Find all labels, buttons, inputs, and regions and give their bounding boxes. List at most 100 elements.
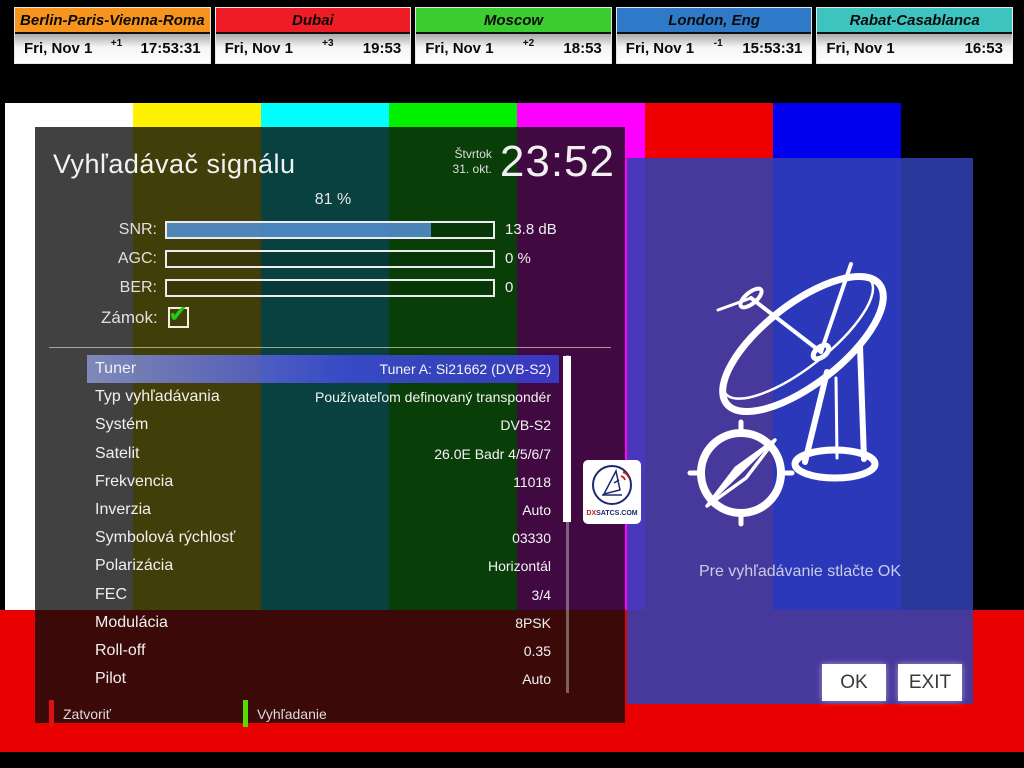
table-row-satellite[interactable]: Satelit 26.0E Badr 4/5/6/7	[87, 440, 559, 468]
tuner-settings-table: Tuner Tuner A: Si21662 (DVB-S2) Typ vyhľ…	[87, 355, 559, 693]
logo-text: DXSATCS.COM	[586, 509, 637, 518]
table-row-search-type[interactable]: Typ vyhľadávania Používateľom definovaný…	[87, 383, 559, 411]
table-row-frequency[interactable]: Frekvencia 11018	[87, 468, 559, 496]
close-key-hint[interactable]: Zatvoriť	[49, 700, 111, 727]
exit-button[interactable]: EXIT	[898, 664, 962, 701]
ber-meter-row: BER: 0	[35, 273, 625, 302]
city-clock: 15:53:31	[742, 40, 802, 57]
table-row-inversion[interactable]: Inverzia Auto	[87, 496, 559, 524]
green-key-icon	[243, 700, 248, 727]
city-time: Fri, Nov 1 -1 15:53:31	[617, 34, 812, 63]
row-value: Tuner A: Si21662 (DVB-S2)	[380, 361, 551, 377]
agc-label: AGC:	[35, 250, 165, 268]
signal-meters: SNR: 13.8 dB AGC: 0 % BER: 0	[35, 215, 625, 302]
page-title: Vyhľadávač signálu	[53, 149, 296, 180]
dxsatcs-watermark-logo: DXSATCS.COM	[583, 460, 641, 524]
row-label: Symbolová rýchlosť	[95, 529, 235, 547]
search-key-hint[interactable]: Vyhľadanie	[243, 700, 327, 727]
tz-offset: +3	[322, 38, 333, 49]
city-date: Fri, Nov 1	[425, 40, 493, 57]
tz-offset: +1	[111, 38, 122, 49]
clock-column: Moscow Fri, Nov 1 +2 18:53	[415, 7, 612, 64]
city-time: Fri, Nov 1 +3 19:53	[216, 34, 411, 63]
panel-clock: 23:52	[500, 137, 615, 187]
tz-offset: +2	[523, 38, 534, 49]
hint-label: Zatvoriť	[63, 706, 111, 722]
snr-bar-fill	[167, 223, 431, 237]
row-value: 11018	[513, 474, 551, 490]
row-value: 8PSK	[515, 615, 551, 631]
hint-label: Vyhľadanie	[257, 706, 327, 722]
logo-text-dx: DX	[586, 510, 596, 517]
agc-bar	[165, 250, 495, 268]
city-date: Fri, Nov 1	[225, 40, 293, 57]
table-row-polarization[interactable]: Polarizácia Horizontál	[87, 552, 559, 580]
city-clock: 19:53	[363, 40, 401, 57]
table-row-rolloff[interactable]: Roll-off 0.35	[87, 637, 559, 665]
row-value: 03330	[512, 530, 551, 546]
row-label: Modulácia	[95, 614, 168, 632]
clock-column: Berlin-Paris-Vienna-Roma Fri, Nov 1 +1 1…	[14, 7, 211, 64]
scrollbar-thumb[interactable]	[563, 356, 571, 522]
city-label: Rabat-Casablanca	[817, 8, 1012, 34]
row-label: Systém	[95, 416, 148, 434]
row-label: Tuner	[95, 360, 136, 378]
row-label: Inverzia	[95, 501, 151, 519]
city-clock: 16:53	[965, 40, 1003, 57]
ber-value: 0	[495, 279, 513, 296]
press-ok-hint: Pre vyhľadávanie stlačte OK	[627, 563, 973, 581]
city-time: Fri, Nov 1 +1 17:53:31	[15, 34, 210, 63]
lock-label: Zámok:	[101, 308, 158, 328]
ok-button[interactable]: OK	[822, 664, 886, 701]
city-time: Fri, Nov 1 16:53	[817, 34, 1012, 63]
city-label: Dubai	[216, 8, 411, 34]
table-row-symbol-rate[interactable]: Symbolová rýchlosť 03330	[87, 524, 559, 552]
signal-finder-panel: Vyhľadávač signálu Štvrtok 31. okt. 23:5…	[35, 127, 625, 723]
compass-icon	[690, 422, 792, 524]
city-date: Fri, Nov 1	[24, 40, 92, 57]
row-value: 0.35	[524, 643, 551, 659]
agc-meter-row: AGC: 0 %	[35, 244, 625, 273]
clock-column: Rabat-Casablanca Fri, Nov 1 16:53	[816, 7, 1013, 64]
table-row-fec[interactable]: FEC 3/4	[87, 581, 559, 609]
logo-dish-icon	[589, 463, 635, 509]
row-label: Roll-off	[95, 642, 145, 660]
city-label: Berlin-Paris-Vienna-Roma	[15, 8, 210, 34]
tv-screen: Berlin-Paris-Vienna-Roma Fri, Nov 1 +1 1…	[0, 0, 1024, 768]
city-date: Fri, Nov 1	[826, 40, 894, 57]
snr-label: SNR:	[35, 221, 165, 239]
date-label: 31. okt.	[453, 162, 492, 177]
row-label: Satelit	[95, 445, 139, 463]
clock-column: Dubai Fri, Nov 1 +3 19:53	[215, 7, 412, 64]
city-label: Moscow	[416, 8, 611, 34]
search-side-panel: Pre vyhľadávanie stlačte OK OK EXIT	[627, 158, 973, 704]
table-row-system[interactable]: Systém DVB-S2	[87, 411, 559, 439]
table-row-modulation[interactable]: Modulácia 8PSK	[87, 609, 559, 637]
remote-key-hints: Zatvoriť Vyhľadanie	[49, 700, 375, 727]
ber-label: BER:	[35, 279, 165, 297]
row-value: Auto	[522, 502, 551, 518]
city-date: Fri, Nov 1	[626, 40, 694, 57]
row-value: 3/4	[532, 587, 551, 603]
scan-progress-percent: 81 %	[168, 191, 498, 209]
panel-datetime: Štvrtok 31. okt. 23:52	[453, 137, 615, 187]
row-label: Polarizácia	[95, 557, 173, 575]
city-clock: 18:53	[563, 40, 601, 57]
lock-checkbox: ✔	[168, 307, 189, 328]
table-row-tuner[interactable]: Tuner Tuner A: Si21662 (DVB-S2)	[87, 355, 559, 383]
row-label: Typ vyhľadávania	[95, 388, 220, 406]
row-label: FEC	[95, 586, 127, 604]
clock-column: London, Eng Fri, Nov 1 -1 15:53:31	[616, 7, 813, 64]
world-clock-bar: Berlin-Paris-Vienna-Roma Fri, Nov 1 +1 1…	[14, 7, 1013, 64]
tz-offset: -1	[714, 38, 723, 49]
checkmark-icon: ✔	[168, 308, 188, 322]
row-value: Horizontál	[488, 558, 551, 574]
snr-bar	[165, 221, 495, 239]
snr-value: 13.8 dB	[495, 221, 557, 238]
row-value: 26.0E Badr 4/5/6/7	[434, 446, 551, 462]
city-label: London, Eng	[617, 8, 812, 34]
table-row-pilot[interactable]: Pilot Auto	[87, 665, 559, 693]
snr-meter-row: SNR: 13.8 dB	[35, 215, 625, 244]
weekday-label: Štvrtok	[453, 147, 492, 162]
city-clock: 17:53:31	[141, 40, 201, 57]
